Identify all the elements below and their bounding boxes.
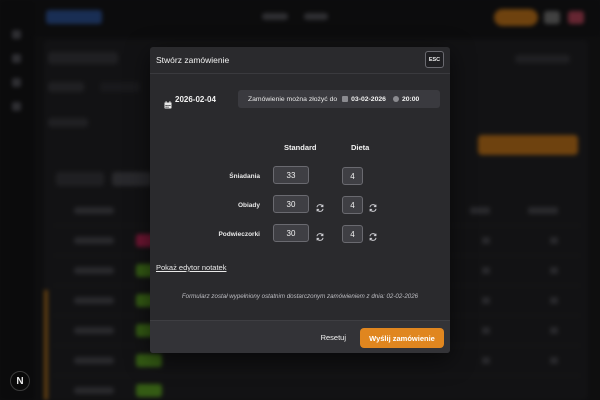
row-label-breakfast: Śniadania xyxy=(229,173,260,180)
close-button[interactable]: ESC xyxy=(425,51,444,68)
row-label-snacks: Podwieczorki xyxy=(218,231,260,238)
prefill-info-text: Formularz został wypełniony ostatnim dos… xyxy=(181,293,419,300)
order-date-value: 2026-02-04 xyxy=(175,95,216,104)
clock-icon xyxy=(392,96,399,102)
row-label-lunch: Obiady xyxy=(237,202,260,209)
calendar-icon xyxy=(164,96,172,108)
deadline-time: 20:00 xyxy=(401,95,420,103)
snacks-standard-input[interactable]: 30 xyxy=(273,224,309,242)
lunch-standard-refresh-icon[interactable] xyxy=(315,200,325,212)
app-badge[interactable]: N xyxy=(10,371,30,391)
deadline-label: Zamówienie można złożyć do xyxy=(248,95,338,103)
column-header-diet: Dieta xyxy=(351,143,370,152)
modal-title: Stwórz zamówienie xyxy=(156,55,230,65)
lunch-diet-input[interactable]: 4 xyxy=(342,196,363,214)
calendar-icon xyxy=(342,96,349,102)
snacks-standard-refresh-icon[interactable] xyxy=(315,229,325,241)
column-header-standard: Standard xyxy=(284,143,317,152)
reset-button[interactable]: Resetuj xyxy=(321,333,346,342)
order-date: 2026-02-04 xyxy=(164,95,216,108)
submit-order-button[interactable]: Wyślij zamówienie xyxy=(360,328,444,348)
breakfast-diet-input[interactable]: 4 xyxy=(342,167,363,185)
lunch-diet-refresh-icon[interactable] xyxy=(368,200,378,212)
show-notes-editor-link[interactable]: Pokaż edytor notatek xyxy=(156,263,226,272)
deadline-info: Zamówienie można złożyć do 03-02-2026 20… xyxy=(238,90,440,108)
lunch-standard-input[interactable]: 30 xyxy=(273,195,309,213)
snacks-diet-input[interactable]: 4 xyxy=(342,225,363,243)
deadline-date: 03-02-2026 xyxy=(351,95,386,103)
modal-header: Stwórz zamówienie ESC xyxy=(150,47,450,74)
breakfast-standard-input[interactable]: 33 xyxy=(273,166,309,184)
modal-footer: Resetuj Wyślij zamówienie xyxy=(150,320,450,353)
snacks-diet-refresh-icon[interactable] xyxy=(368,229,378,241)
create-order-modal: Stwórz zamówienie ESC 2026-02-04 Zamówie… xyxy=(150,47,450,353)
